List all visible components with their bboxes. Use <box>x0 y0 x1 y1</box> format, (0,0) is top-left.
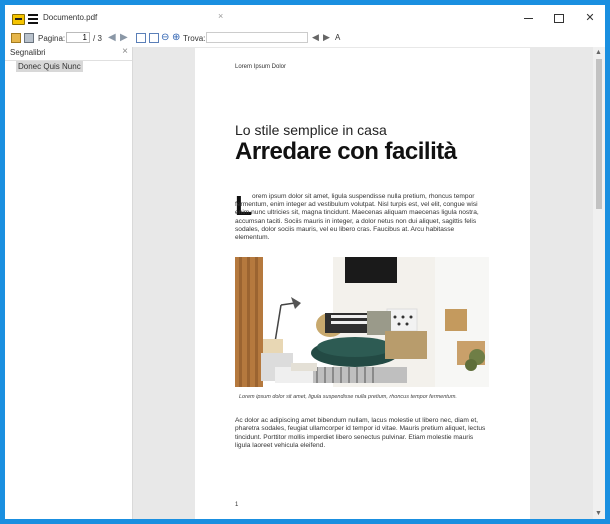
close-bookmarks-icon[interactable]: × <box>122 46 128 57</box>
bookmarks-header: Segnalibri × <box>5 46 132 61</box>
hamburger-menu-icon[interactable] <box>28 14 38 24</box>
page-header-text: Lorem Ipsum Dolor <box>235 64 287 70</box>
photo-caption: Lorem ipsum dolor sit amet, ligula suspe… <box>239 394 457 400</box>
zoom-out-icon[interactable]: ⊖ <box>161 32 169 43</box>
scroll-up-icon[interactable]: ▲ <box>595 49 602 56</box>
maximize-button[interactable] <box>545 9 573 27</box>
toolbar: Pagina: / 3 ◀ ▶ ⊖ ⊕ Trova: ◀ ▶ A <box>5 31 605 47</box>
find-input[interactable] <box>206 32 308 43</box>
bookmarks-title: Segnalibri <box>10 48 46 57</box>
open-file-icon[interactable] <box>11 33 21 43</box>
page-total: / 3 <box>93 34 102 43</box>
sumatra-app-icon[interactable] <box>12 14 25 25</box>
document-viewport[interactable]: Lorem Ipsum Dolor Lo stile semplice in c… <box>133 47 593 519</box>
zoom-in-icon[interactable]: ⊕ <box>172 32 180 43</box>
page-label: Pagina: <box>38 34 66 43</box>
title-bar: Documento.pdf × ✕ <box>5 5 605 31</box>
find-label: Trova: <box>183 34 206 43</box>
page-number: 1 <box>235 502 239 508</box>
match-case-icon[interactable]: A <box>335 33 340 42</box>
app-window: Documento.pdf × ✕ Pagina: / 3 ◀ ▶ ⊖ ⊕ Tr… <box>0 0 610 524</box>
article-title: Arredare con facilità <box>235 138 457 165</box>
vertical-scrollbar[interactable]: ▲ ▼ <box>593 47 605 519</box>
scroll-down-icon[interactable]: ▼ <box>595 510 602 517</box>
find-previous-icon[interactable]: ◀ <box>312 32 319 43</box>
minimize-button[interactable] <box>514 9 542 27</box>
document-tab[interactable]: Documento.pdf <box>43 13 97 22</box>
scroll-thumb[interactable] <box>596 59 602 209</box>
bookmarks-panel: Segnalibri × Donec Quis Nunc <box>5 46 133 519</box>
bookmark-item[interactable]: Donec Quis Nunc <box>16 61 83 72</box>
fit-width-icon[interactable] <box>149 33 159 43</box>
article-body-1: orem ipsum dolor sit amet, ligula suspen… <box>235 193 479 242</box>
article-subtitle: Lo stile semplice in casa <box>235 122 387 138</box>
pdf-page: Lorem Ipsum Dolor Lo stile semplice in c… <box>195 48 530 519</box>
fit-page-icon[interactable] <box>136 33 146 43</box>
close-window-button[interactable]: ✕ <box>576 9 604 27</box>
tab-close-icon[interactable]: × <box>218 11 223 21</box>
find-next-icon[interactable]: ▶ <box>323 32 330 43</box>
next-page-icon[interactable]: ▶ <box>120 32 128 43</box>
print-icon[interactable] <box>24 33 34 43</box>
article-body-2: Ac dolor ac adipiscing amet bibendum nul… <box>235 417 486 450</box>
page-number-input[interactable] <box>66 32 90 43</box>
living-room-photo <box>235 257 489 387</box>
previous-page-icon[interactable]: ◀ <box>108 32 116 43</box>
